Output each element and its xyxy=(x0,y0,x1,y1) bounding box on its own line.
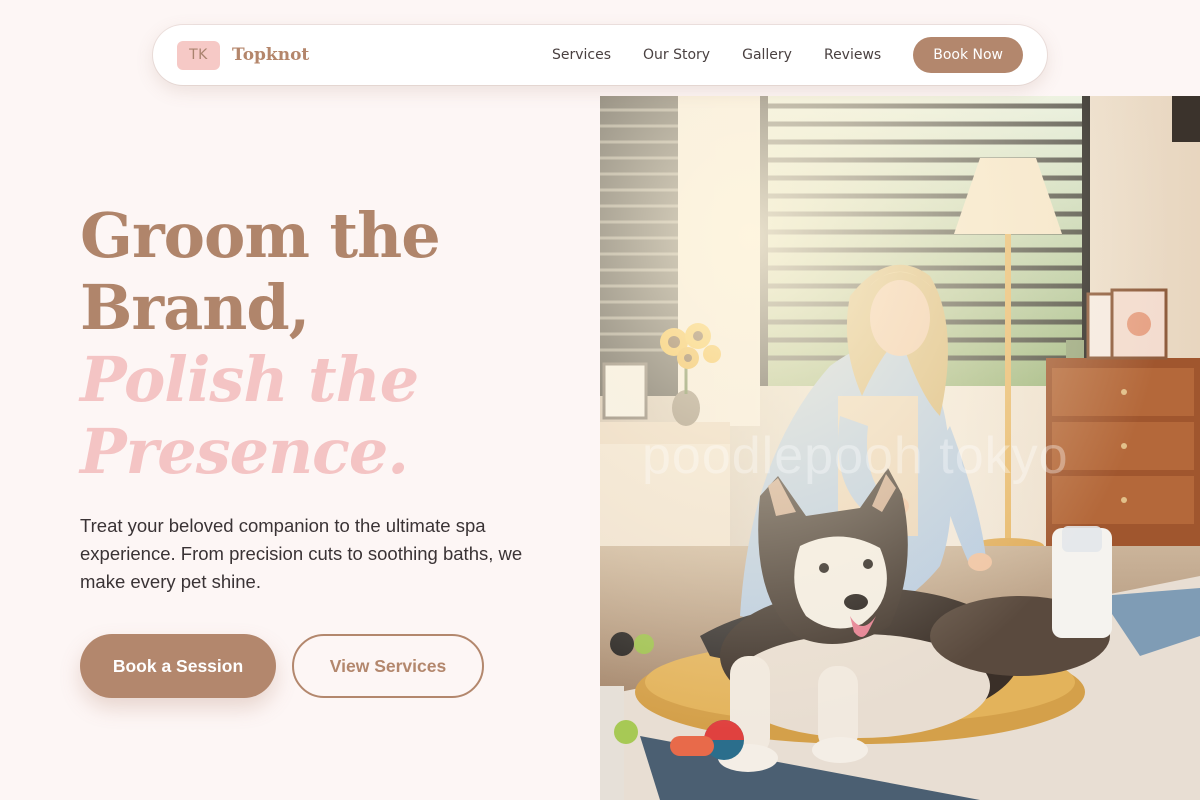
nav-link-our-story[interactable]: Our Story xyxy=(643,47,710,63)
hero-photo xyxy=(600,96,1200,800)
hero-subtitle: Treat your beloved companion to the ulti… xyxy=(80,515,523,592)
view-services-button[interactable]: View Services xyxy=(292,634,484,698)
headline-line-4: Presence. xyxy=(80,415,409,488)
hero-buttons: Book a Session View Services xyxy=(80,634,484,698)
headline-line-2: Brand, xyxy=(80,271,310,344)
brand-name[interactable]: Topknot xyxy=(232,45,309,65)
hero-section: Groom the Brand, Polish the Presence. Tr… xyxy=(80,200,560,596)
nav-link-gallery[interactable]: Gallery xyxy=(742,47,792,63)
nav-link-services[interactable]: Services xyxy=(552,47,611,63)
navbar: TK Topknot Services Our Story Gallery Re… xyxy=(153,25,1047,85)
headline-line-3: Polish the xyxy=(80,343,419,416)
nav-link-reviews[interactable]: Reviews xyxy=(824,47,881,63)
headline-line-1: Groom the xyxy=(80,199,441,272)
book-now-button[interactable]: Book Now xyxy=(913,37,1023,73)
book-session-button[interactable]: Book a Session xyxy=(80,634,276,698)
logo-badge[interactable]: TK xyxy=(177,40,220,70)
grooming-scene-illustration xyxy=(600,96,1200,800)
hero-headline: Groom the Brand, Polish the Presence. xyxy=(80,200,560,488)
nav-links: Services Our Story Gallery Reviews Book … xyxy=(552,37,1023,73)
